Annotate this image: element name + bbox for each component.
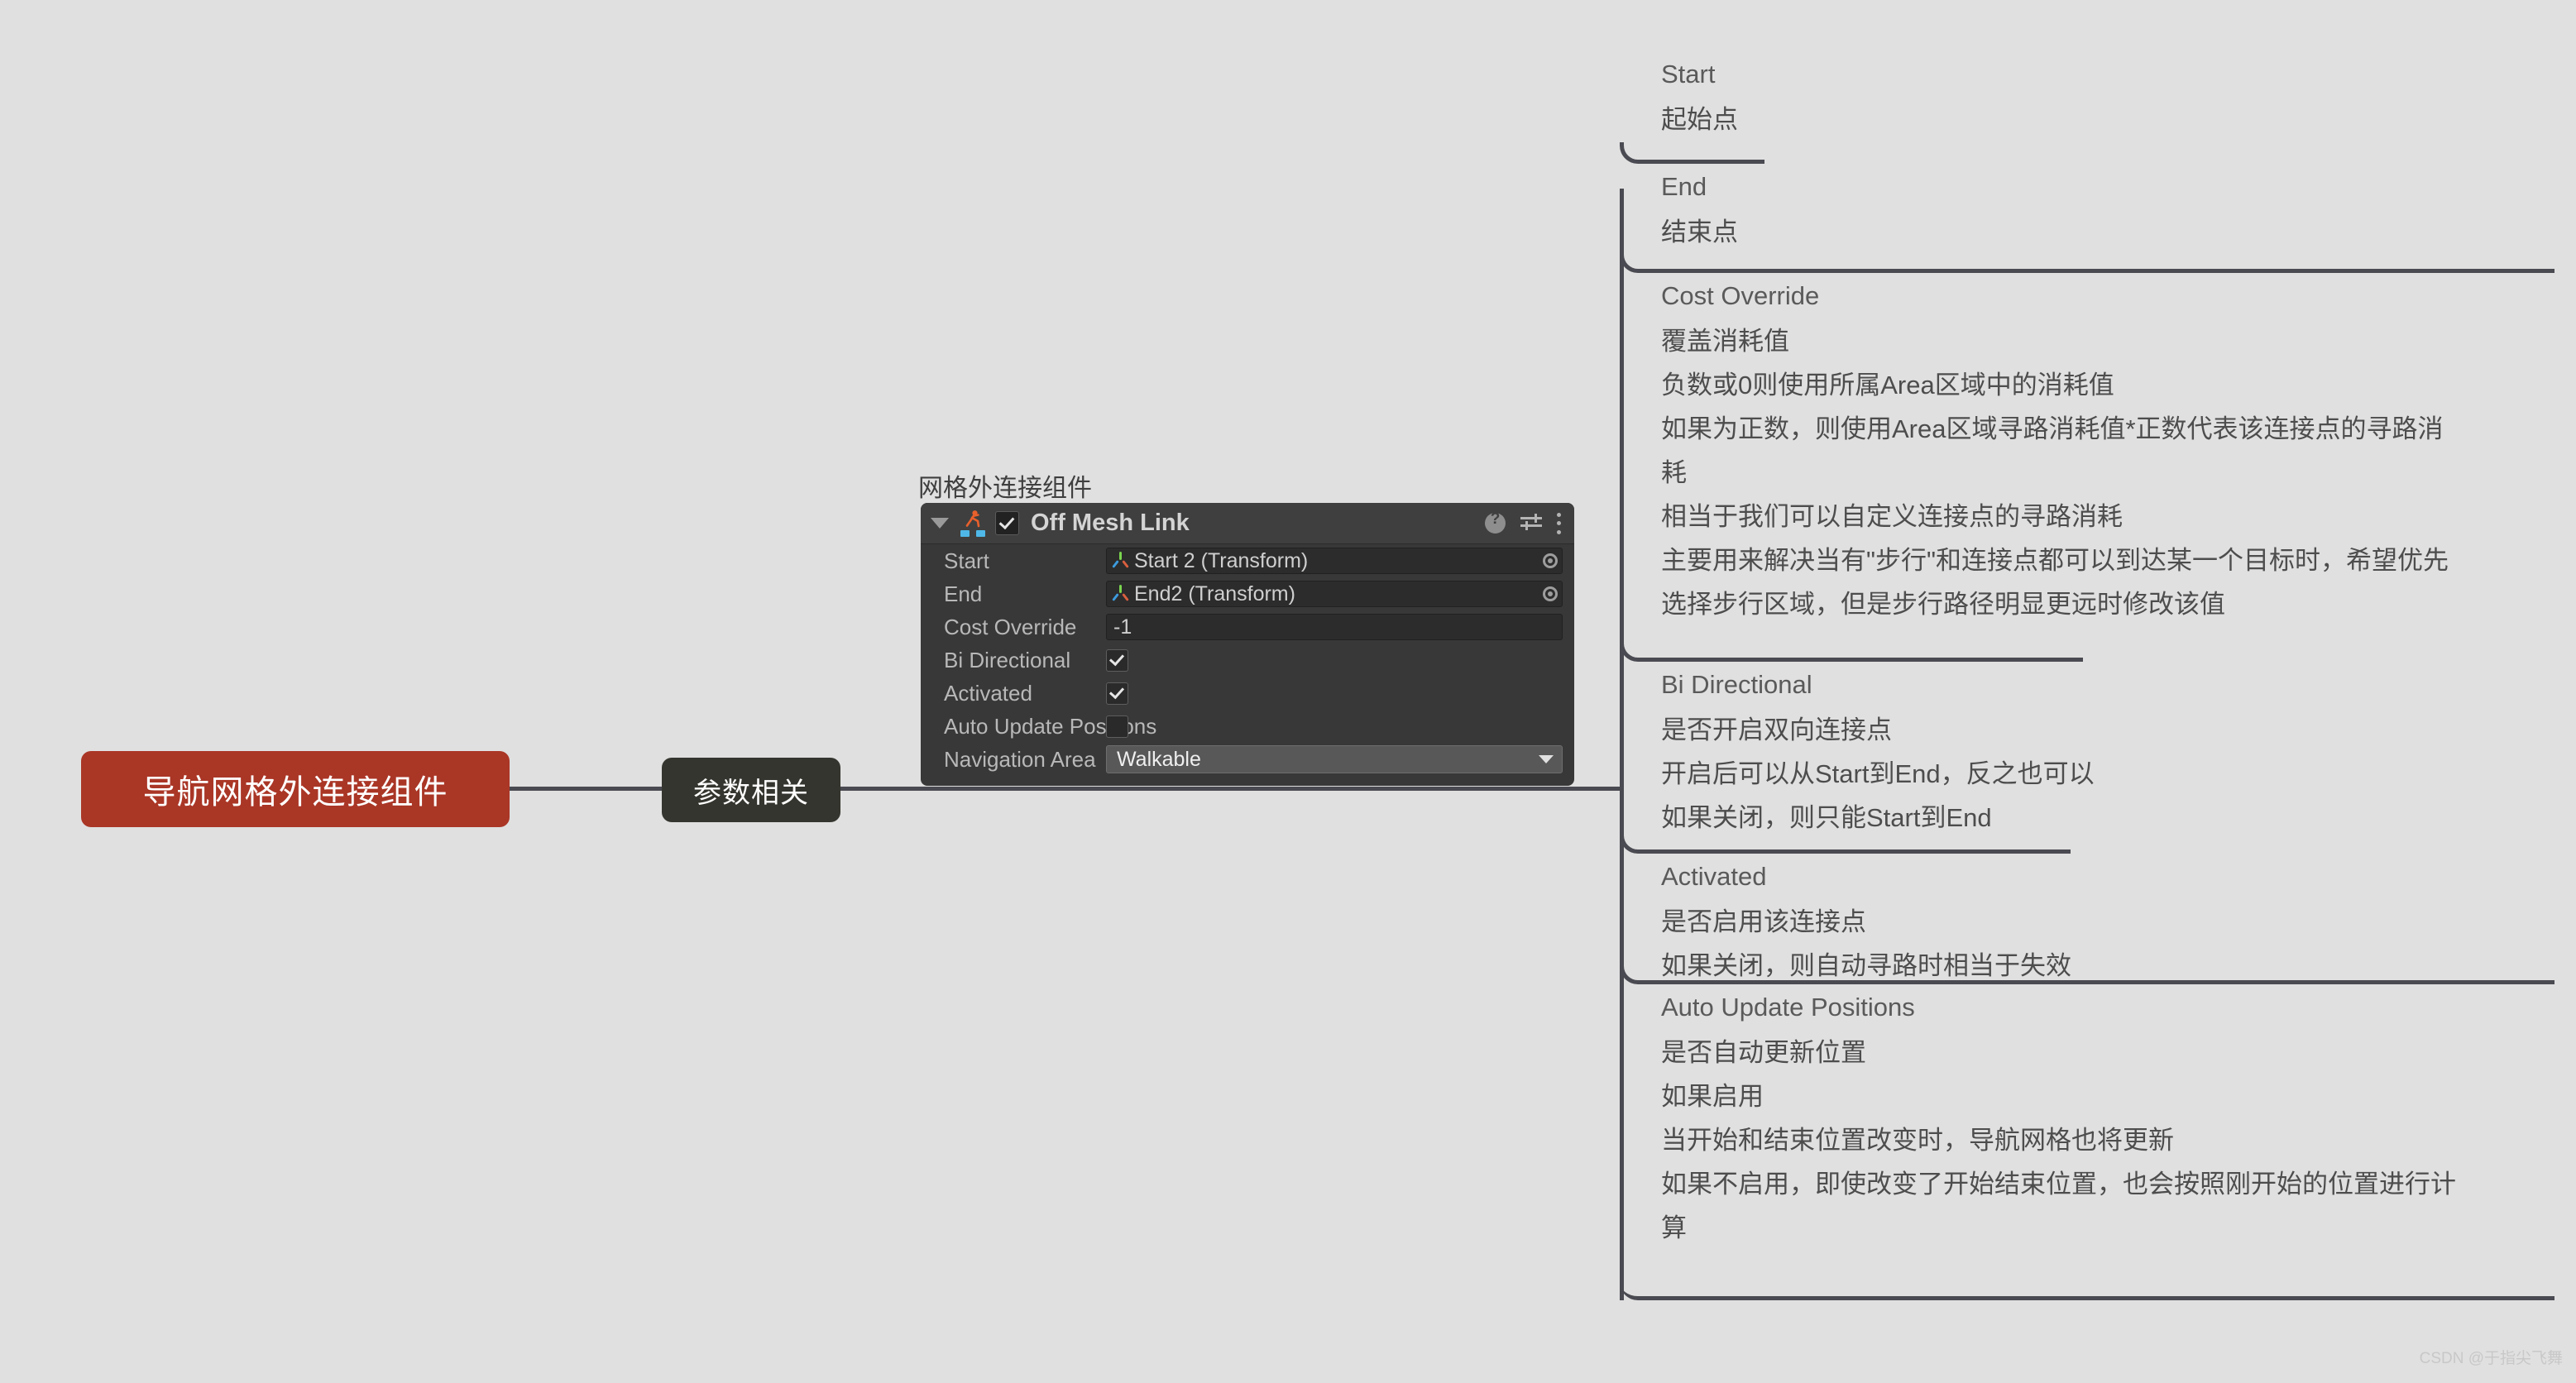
annotation-elbow-connector — [1620, 963, 2554, 984]
field-row-start: Start Start 2 (Transform) — [921, 544, 1574, 577]
field-input-end[interactable]: End2 (Transform) — [1106, 581, 1563, 607]
field-label-cost-override: Cost Override — [944, 614, 1077, 639]
object-picker-icon[interactable] — [1543, 553, 1558, 568]
field-label-bi-directional: Bi Directional — [944, 647, 1071, 672]
off-mesh-pad-right — [976, 529, 985, 537]
annotation-line: 算 — [1661, 1213, 1687, 1242]
annotation-section: End 结束点 — [1620, 164, 1738, 254]
chevron-down-icon — [1539, 755, 1554, 763]
component-header[interactable]: Off Mesh Link — [921, 503, 1574, 544]
field-dropdown-navigation-area[interactable]: Walkable — [1106, 745, 1563, 773]
field-label-end: End — [944, 581, 983, 606]
annotation-line: 是否开启双向连接点 — [1661, 715, 1892, 744]
annotation-line: 覆盖消耗值 — [1661, 327, 1789, 356]
annotation-line: 负数或0则使用所属Area区域中的消耗值 — [1661, 371, 2114, 400]
annotation-line: 如果启用 — [1661, 1082, 1764, 1111]
field-label-navigation-area: Navigation Area — [944, 746, 1096, 772]
annotation-line: 起始点 — [1661, 105, 1738, 134]
off-mesh-link-icon — [959, 510, 987, 538]
annotation-section: Start 起始点 — [1620, 51, 1738, 141]
field-input-start[interactable]: Start 2 (Transform) — [1106, 548, 1563, 574]
annotation-line: 结束点 — [1661, 218, 1738, 246]
annotation-title: End — [1661, 172, 1707, 201]
triangle-down-icon[interactable] — [931, 518, 949, 529]
field-checkbox-bi-directional[interactable] — [1106, 648, 1128, 672]
annotation-line: 开启后可以从Start到End，反之也可以 — [1661, 759, 2095, 788]
component-enable-checkbox[interactable] — [995, 511, 1019, 535]
object-picker-icon[interactable] — [1543, 586, 1558, 601]
annotation-line: 选择步行区域，但是步行路径明显更远时修改该值 — [1661, 590, 2225, 619]
annotation-title: Bi Directional — [1661, 670, 1812, 699]
annotation-line: 当开始和结束位置改变时，导航网格也将更新 — [1661, 1126, 2174, 1155]
annotation-title: Activated — [1661, 862, 1767, 891]
field-row-auto-update-positions: Auto Update Positions — [921, 710, 1574, 743]
annotation-line: 相当于我们可以自定义连接点的寻路消耗 — [1661, 502, 2123, 531]
preset-icon[interactable] — [1520, 513, 1542, 534]
annotation-elbow-connector — [1620, 832, 2071, 854]
field-value-navigation-area: Walkable — [1117, 747, 1201, 771]
field-row-bi-directional: Bi Directional — [921, 644, 1574, 677]
field-input-cost-override[interactable]: -1 — [1106, 614, 1563, 640]
field-row-cost-override: Cost Override -1 — [921, 610, 1574, 644]
annotation-elbow-connector — [1620, 251, 2554, 273]
annotation-line: 耗 — [1661, 458, 1687, 487]
annotation-line: 如果不启用，即使改变了开始结束位置，也会按照刚开始的位置进行计 — [1661, 1170, 2456, 1199]
annotation-elbow-connector — [1620, 142, 1764, 164]
three-dots-icon[interactable] — [1557, 512, 1563, 534]
transform-axis-icon — [1112, 585, 1130, 603]
annotation-closing-connector — [1620, 1279, 2554, 1300]
annotation-title: Auto Update Positions — [1661, 993, 1915, 1022]
watermark: CSDN @于指尖飞舞 — [2419, 1350, 2563, 1367]
field-value-start: Start 2 (Transform) — [1134, 548, 1309, 572]
field-checkbox-auto-update-positions[interactable] — [1106, 715, 1128, 738]
annotation-section: Bi Directional 是否开启双向连接点开启后可以从Start到End，反… — [1620, 662, 2095, 840]
mindmap-branch-label: 参数相关 — [693, 777, 809, 809]
annotation-section: Auto Update Positions 是否自动更新位置 如果启用当开始和结束位… — [1620, 984, 2456, 1250]
component-title: Off Mesh Link — [1031, 510, 1190, 536]
annotation-section: Cost Override 覆盖消耗值负数或0则使用所属Area区域中的消耗值如果… — [1620, 273, 2449, 626]
connector-root-to-branch — [510, 787, 663, 791]
annotation-title: Cost Override — [1661, 281, 1820, 310]
field-label-activated: Activated — [944, 680, 1032, 706]
field-label-start: Start — [944, 548, 989, 573]
annotation-line: 主要用来解决当有"步行"和连接点都可以到达某一个目标时，希望优先 — [1661, 546, 2449, 575]
unity-inspector-panel: Off Mesh Link Start Start 2 (Transform) … — [921, 503, 1574, 786]
annotation-line: 如果为正数，则使用Area区域寻路消耗值*正数代表该连接点的寻路消 — [1661, 414, 2444, 443]
field-value-cost-override: -1 — [1113, 615, 1132, 639]
field-row-end: End End2 (Transform) — [921, 577, 1574, 610]
mindmap-root-label: 导航网格外连接组件 — [142, 774, 448, 811]
help-icon[interactable] — [1485, 510, 1506, 534]
annotation-line: 是否自动更新位置 — [1661, 1038, 1866, 1067]
field-label-auto-update-positions: Auto Update Positions — [944, 713, 1157, 739]
annotation-elbow-connector — [1620, 640, 2083, 662]
transform-axis-icon — [1112, 552, 1130, 570]
header-icon-group — [1485, 510, 1563, 534]
field-value-end: End2 (Transform) — [1134, 581, 1295, 605]
field-checkbox-activated[interactable] — [1106, 682, 1128, 705]
field-row-activated: Activated — [921, 677, 1574, 710]
annotation-title: Start — [1661, 60, 1716, 89]
mindmap-branch-node-parameters[interactable]: 参数相关 — [662, 758, 840, 822]
off-mesh-pad-left — [960, 529, 970, 537]
field-row-navigation-area: Navigation Area Walkable — [921, 743, 1574, 776]
mindmap-root-node[interactable]: 导航网格外连接组件 — [81, 751, 510, 827]
connector-branch-to-spine — [839, 787, 1623, 791]
annotation-line: 是否启用该连接点 — [1661, 907, 1866, 936]
unity-panel-caption: 网格外连接组件 — [918, 475, 1092, 502]
